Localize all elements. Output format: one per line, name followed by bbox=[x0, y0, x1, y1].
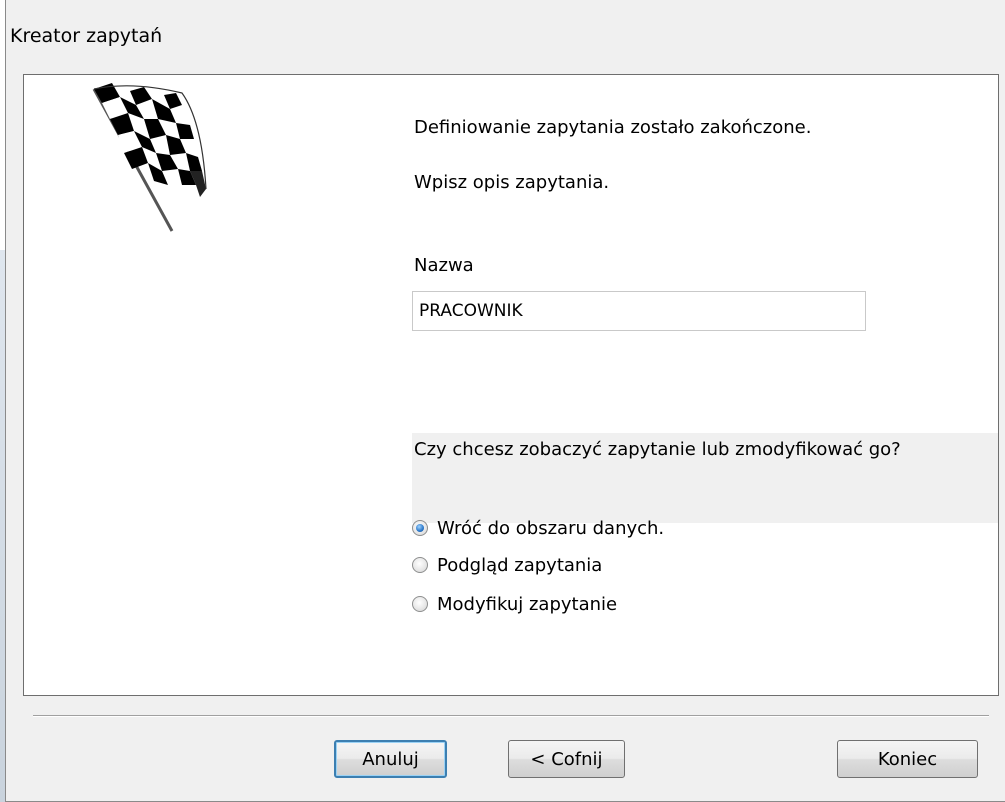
window-bottom-edge bbox=[6, 795, 1005, 802]
name-field-label: Nazwa bbox=[414, 255, 474, 276]
description-prompt: Wpisz opis zapytania. bbox=[414, 172, 610, 193]
back-button[interactable]: < Cofnij bbox=[508, 740, 625, 778]
radio-button[interactable] bbox=[412, 557, 428, 573]
query-wizard-dialog: Kreator zapytań Definiowanie zapytania z… bbox=[5, 0, 1005, 802]
option-label: Modyfikuj zapytanie bbox=[437, 593, 618, 615]
button-separator bbox=[33, 715, 989, 717]
option-modify-query[interactable]: Modyfikuj zapytanie bbox=[412, 590, 617, 618]
option-return-to-data-area[interactable]: Wróć do obszaru danych. bbox=[412, 514, 664, 542]
window-title: Kreator zapytań bbox=[10, 25, 163, 47]
option-preview-query[interactable]: Podgląd zapytania bbox=[412, 551, 602, 579]
finish-button[interactable]: Koniec bbox=[837, 740, 978, 778]
radio-button-selected[interactable] bbox=[412, 520, 428, 536]
option-label: Podgląd zapytania bbox=[437, 554, 603, 576]
completion-heading: Definiowanie zapytania zostało zakończon… bbox=[414, 117, 812, 138]
cancel-button[interactable]: Anuluj bbox=[334, 740, 447, 778]
checkered-flag-icon bbox=[92, 83, 207, 232]
option-label: Wróć do obszaru danych. bbox=[437, 517, 665, 539]
query-name-input[interactable] bbox=[412, 291, 866, 331]
title-bar[interactable]: Kreator zapytań bbox=[6, 0, 1005, 74]
question-text: Czy chcesz zobaczyć zapytanie lub zmodyf… bbox=[414, 439, 901, 460]
wizard-content-panel: Definiowanie zapytania zostało zakończon… bbox=[23, 74, 999, 696]
radio-button[interactable] bbox=[412, 596, 428, 612]
question-panel: Czy chcesz zobaczyć zapytanie lub zmodyf… bbox=[412, 433, 998, 523]
